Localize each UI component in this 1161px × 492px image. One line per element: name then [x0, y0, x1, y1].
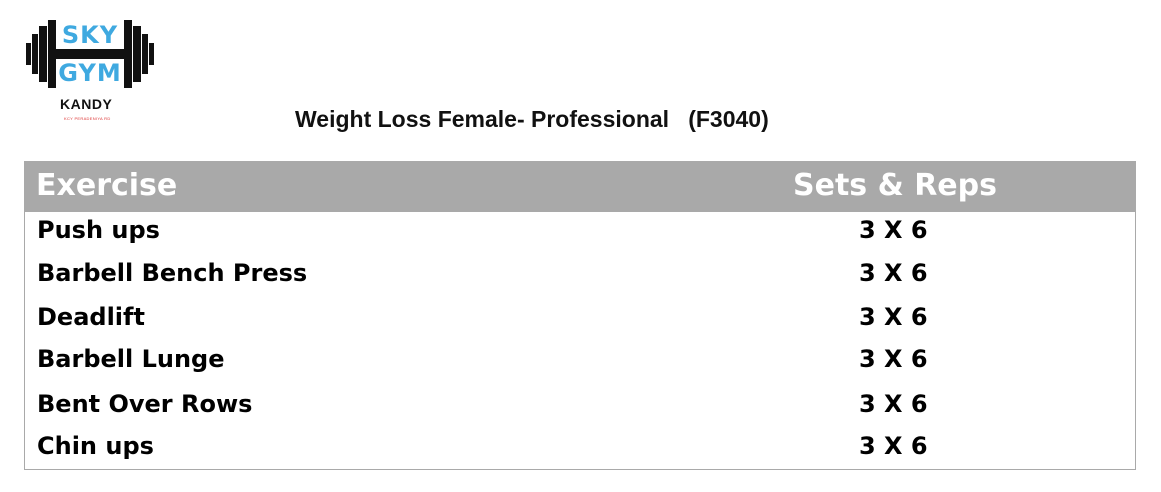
page-title: Weight Loss Female- Professional (F3040) — [295, 106, 769, 132]
table-row: Deadlift 3 X 6 — [25, 299, 1135, 343]
exercise-name: Bent Over Rows — [37, 390, 253, 418]
logo-location: KANDY — [60, 96, 113, 112]
exercise-table: Exercise Sets & Reps Push ups 3 X 6 Barb… — [24, 161, 1136, 470]
header-sets-reps: Sets & Reps — [793, 168, 997, 203]
sets-reps-value: 3 X 6 — [859, 303, 928, 331]
table-row: Barbell Lunge 3 X 6 — [25, 341, 1135, 385]
table-row: Barbell Bench Press 3 X 6 — [25, 255, 1135, 299]
header-exercise: Exercise — [36, 168, 178, 203]
exercise-name: Deadlift — [37, 303, 145, 331]
exercise-name: Push ups — [37, 216, 160, 244]
sets-reps-value: 3 X 6 — [859, 345, 928, 373]
sets-reps-value: 3 X 6 — [859, 390, 928, 418]
exercise-name: Barbell Bench Press — [37, 259, 308, 287]
exercise-name: Chin ups — [37, 432, 154, 460]
logo-sky-text: SKY — [61, 21, 119, 49]
logo-tagline: KCY PERADENIYA RD — [64, 116, 111, 121]
logo-gym-text: GYM — [58, 59, 122, 87]
table-header: Exercise Sets & Reps — [25, 162, 1135, 212]
sets-reps-value: 3 X 6 — [859, 259, 928, 287]
table-row: Bent Over Rows 3 X 6 — [25, 386, 1135, 430]
sets-reps-value: 3 X 6 — [859, 216, 928, 244]
table-row: Chin ups 3 X 6 — [25, 428, 1135, 472]
table-row: Push ups 3 X 6 — [25, 212, 1135, 256]
exercise-name: Barbell Lunge — [37, 345, 225, 373]
sets-reps-value: 3 X 6 — [859, 432, 928, 460]
